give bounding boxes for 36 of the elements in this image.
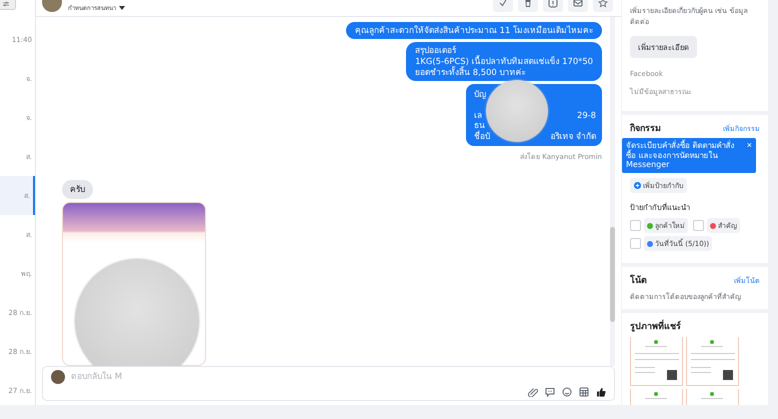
trash-icon: [523, 0, 533, 8]
reply-field[interactable]: ตอบกลับใน M: [71, 371, 231, 384]
check-icon: [498, 0, 508, 8]
message-bubble: สรุปออเดอร์ 1KG(5-6PCS) เนื้อปลาทับทิมสดแช่แข็ง 170*50 ยอดชำระทั้งสิ้น 8,500 บาทค่ะ: [406, 42, 602, 82]
section-title: โน้ต: [630, 274, 647, 287]
chat-bubble-icon: [545, 387, 555, 397]
caret-icon: [119, 6, 125, 10]
user-avatar: [51, 370, 65, 384]
section-title: กิจกรรม: [630, 122, 661, 135]
close-button[interactable]: ×: [746, 141, 752, 150]
image-placeholder[interactable]: [62, 202, 206, 366]
section-title: รูปภาพที่แชร์: [630, 319, 760, 333]
checkbox[interactable]: [630, 220, 641, 231]
sliders-icon: [3, 0, 9, 8]
alert-icon: [548, 0, 558, 8]
message-text: บัญ: [474, 89, 486, 100]
mail-icon: [573, 0, 583, 8]
attach-icon: [528, 387, 538, 397]
checkbox[interactable]: [630, 238, 641, 249]
emoji-icon: [562, 387, 572, 397]
tooltip-text: จัดระเบียบคำสั่งซื้อ ติดตามคำสั่งซื้อ และจองการนัดหมายใน Messenger: [626, 141, 735, 169]
table-icon: [579, 387, 589, 397]
receipt-thumbnail[interactable]: [630, 337, 683, 386]
scrollbar-thumb[interactable]: [610, 227, 615, 322]
star-icon: [598, 0, 608, 8]
message-text: เล: [474, 110, 482, 120]
message-text: อริเทจ จำกัด: [550, 130, 596, 142]
thumbs-up-icon: [596, 387, 606, 397]
checkbox[interactable]: [693, 220, 704, 231]
plus-circle-icon: [634, 182, 641, 189]
receipt-thumbnail[interactable]: [686, 337, 739, 386]
message-text: 29-8: [576, 110, 596, 120]
message-bubble: คุณลูกค้าสะดวกให้จัดส่งสินค้าประมาณ 11 โมงเหมือนเดิมไหมคะ: [346, 22, 602, 40]
message-bubble: ครับ: [62, 180, 93, 200]
message-text: ชื่อบั: [474, 130, 490, 142]
message-text: ธน: [474, 120, 485, 130]
